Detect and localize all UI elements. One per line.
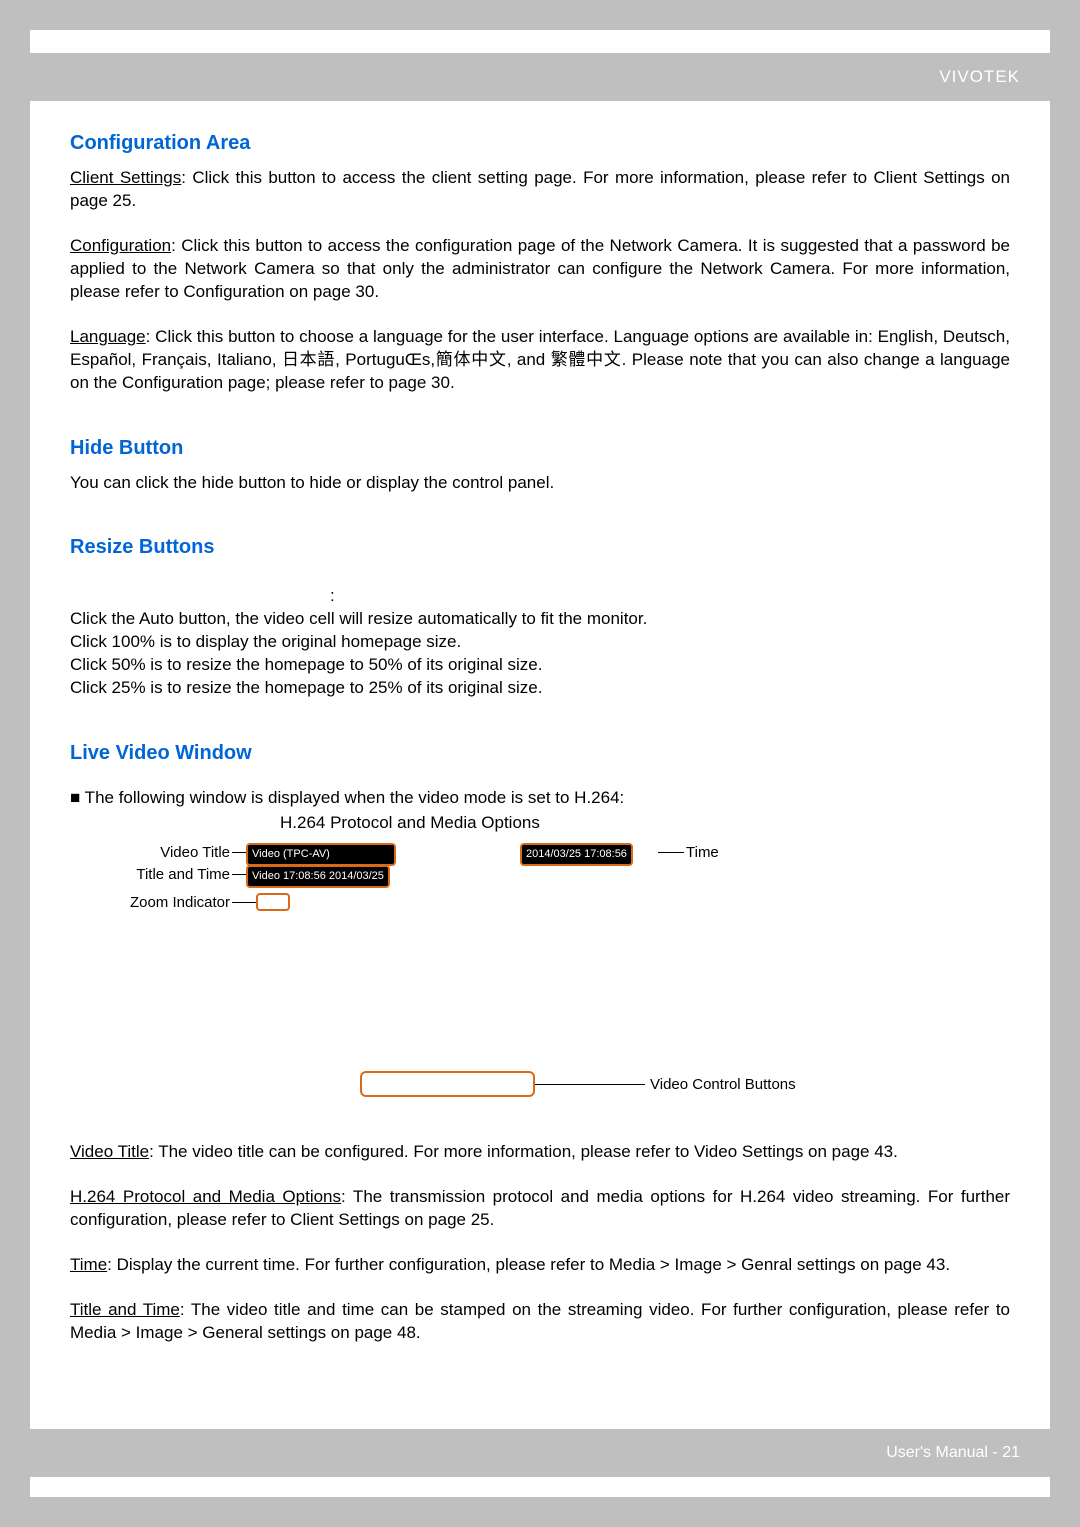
resize-line-1: Click the Auto button, the video cell wi… xyxy=(70,608,1010,631)
resize-line-3: Click 50% is to resize the homepage to 5… xyxy=(70,654,1010,677)
overlay-video-control-buttons-box xyxy=(360,1071,535,1097)
label-title-and-time: Title and Time xyxy=(70,1300,180,1319)
resize-line-2: Click 100% is to display the original ho… xyxy=(70,631,1010,654)
bullet-h264: ■ The following window is displayed when… xyxy=(70,787,1010,810)
connector xyxy=(658,852,684,853)
diagram-label-video-title: Video Title xyxy=(70,843,230,863)
page-content: Configuration Area Client Settings: Clic… xyxy=(70,130,1010,1367)
overlay-time-text: 2014/03/25 17:08:56 xyxy=(526,848,627,860)
text-client-settings: : Click this button to access the client… xyxy=(70,168,1010,210)
paragraph-title-and-time: Title and Time: The video title and time… xyxy=(70,1299,1010,1345)
live-video-diagram: Video Title Title and Time Zoom Indicato… xyxy=(70,841,1010,1121)
page-header: VIVOTEK xyxy=(30,53,1050,101)
text-language: : Click this button to choose a language… xyxy=(70,327,1010,392)
text-configuration: : Click this button to access the config… xyxy=(70,236,1010,301)
resize-lines-block: : Click the Auto button, the video cell … xyxy=(70,585,1010,700)
text-hide-button: You can click the hide button to hide or… xyxy=(70,472,1010,495)
overlay-time-box: 2014/03/25 17:08:56 xyxy=(520,843,633,866)
diagram-label-zoom: Zoom Indicator xyxy=(70,893,230,913)
label-configuration: Configuration xyxy=(70,236,171,255)
footer-text: User's Manual - 21 xyxy=(886,1444,1020,1462)
label-time: Time xyxy=(70,1255,107,1274)
heading-live-video: Live Video Window xyxy=(70,740,1010,767)
paragraph-configuration: Configuration: Click this button to acce… xyxy=(70,235,1010,304)
label-client-settings: Client Settings xyxy=(70,168,181,187)
paragraph-client-settings: Client Settings: Click this button to ac… xyxy=(70,167,1010,213)
overlay-video-title-box: Video (TPC-AV) xyxy=(246,843,396,866)
overlay-title-time-box: Video 17:08:56 2014/03/25 xyxy=(246,865,390,888)
connector xyxy=(232,852,246,853)
text-time: : Display the current time. For further … xyxy=(107,1255,950,1274)
connector xyxy=(535,1084,645,1085)
connector xyxy=(232,902,256,903)
text-title-and-time: : The video title and time can be stampe… xyxy=(70,1300,1010,1342)
text-video-title: : The video title can be configured. For… xyxy=(149,1142,898,1161)
overlay-title-time-text: Video 17:08:56 2014/03/25 xyxy=(252,870,384,882)
heading-configuration-area: Configuration Area xyxy=(70,130,1010,157)
heading-hide-button: Hide Button xyxy=(70,435,1010,462)
label-video-title: Video Title xyxy=(70,1142,149,1161)
caption-h264-options: H.264 Protocol and Media Options xyxy=(280,812,1010,835)
overlay-zoom-indicator-box xyxy=(256,893,290,911)
paragraph-time: Time: Display the current time. For furt… xyxy=(70,1254,1010,1277)
brand-label: VIVOTEK xyxy=(939,67,1020,87)
paragraph-language: Language: Click this button to choose a … xyxy=(70,326,1010,395)
resize-line-4: Click 25% is to resize the homepage to 2… xyxy=(70,677,1010,700)
page-footer: User's Manual - 21 xyxy=(30,1429,1050,1477)
manual-page: VIVOTEK Configuration Area Client Settin… xyxy=(30,30,1050,1497)
label-language: Language xyxy=(70,327,146,346)
overlay-video-title-text: Video (TPC-AV) xyxy=(252,848,330,860)
resize-colon: : xyxy=(330,585,1010,608)
heading-resize-buttons: Resize Buttons xyxy=(70,534,1010,561)
diagram-label-title-time: Title and Time xyxy=(70,865,230,885)
label-h264-options: H.264 Protocol and Media Options xyxy=(70,1187,341,1206)
diagram-label-video-control-buttons: Video Control Buttons xyxy=(650,1075,796,1095)
connector xyxy=(232,874,246,875)
paragraph-h264-options: H.264 Protocol and Media Options: The tr… xyxy=(70,1186,1010,1232)
paragraph-video-title: Video Title: The video title can be conf… xyxy=(70,1141,1010,1164)
diagram-label-time: Time xyxy=(686,843,719,863)
